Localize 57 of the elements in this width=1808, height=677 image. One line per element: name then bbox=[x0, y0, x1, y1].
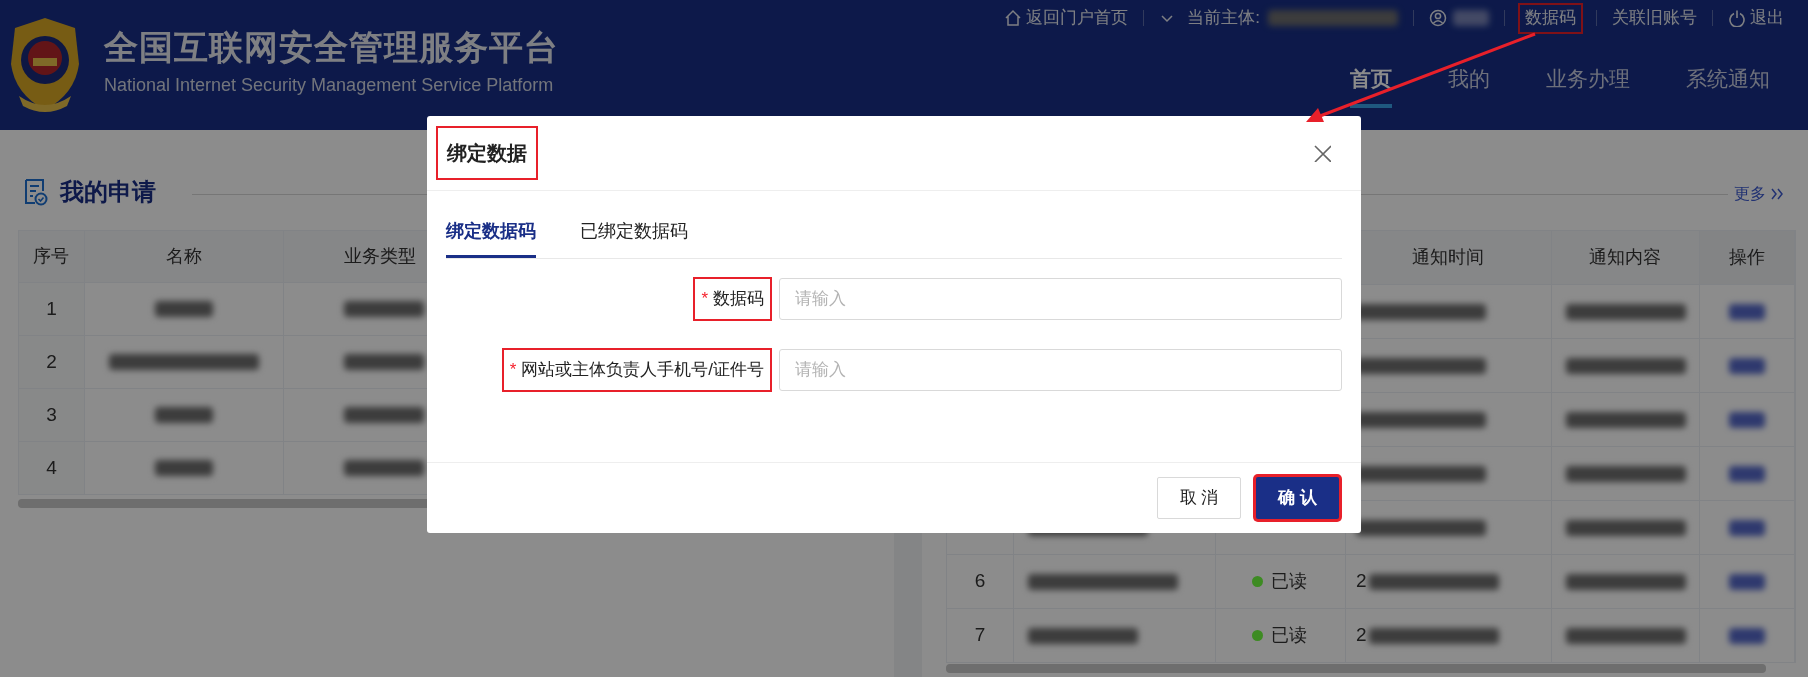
dialog-tab[interactable]: 已绑定数据码 bbox=[580, 207, 688, 258]
status-text: 已读 bbox=[1271, 624, 1308, 647]
table-cell-text: 7 bbox=[974, 623, 986, 648]
double-chevron-icon bbox=[1770, 187, 1784, 201]
blurred-text bbox=[1729, 411, 1766, 428]
status-text: 已读 bbox=[1271, 570, 1308, 593]
field-label: * 网站或主体负责人手机号/证件号 bbox=[501, 348, 772, 392]
table-cell-text: 2 bbox=[1356, 569, 1367, 594]
header-link[interactable]: 关联旧账号 bbox=[1610, 2, 1699, 34]
home-icon bbox=[1004, 9, 1023, 27]
column-header: 通知内容 bbox=[1589, 246, 1662, 269]
scrollbar[interactable] bbox=[946, 664, 1766, 673]
dialog-tab[interactable]: 绑定数据码 bbox=[446, 207, 536, 258]
column-header: 名称 bbox=[166, 245, 203, 268]
table-cell-text: 2 bbox=[46, 349, 57, 374]
blurred-text bbox=[1729, 465, 1766, 482]
close-button[interactable] bbox=[1311, 142, 1333, 164]
section-title: 我的申请 bbox=[60, 177, 156, 207]
more-link[interactable]: 更多 bbox=[1734, 182, 1784, 206]
header-link[interactable]: 数据码 bbox=[1518, 2, 1583, 34]
confirm-button[interactable]: 确 认 bbox=[1256, 477, 1339, 519]
header-link[interactable]: 返回门户首页 bbox=[1002, 2, 1131, 34]
blurred-text bbox=[1729, 573, 1766, 590]
document-check-icon bbox=[24, 178, 48, 206]
header-link[interactable]: 退出 bbox=[1726, 2, 1786, 34]
user-icon bbox=[1429, 9, 1447, 27]
blurred-text bbox=[155, 301, 214, 317]
column-header: 操作 bbox=[1729, 246, 1766, 269]
field-label: * 数据码 bbox=[693, 277, 772, 321]
nav-tab[interactable]: 首页 bbox=[1350, 62, 1392, 108]
power-icon bbox=[1728, 9, 1746, 27]
blurred-text bbox=[1729, 519, 1766, 536]
blurred-text bbox=[155, 407, 214, 423]
blurred-text bbox=[155, 460, 214, 476]
column-header: 通知时间 bbox=[1412, 246, 1485, 269]
header-link[interactable]: 当前主体: bbox=[1157, 2, 1400, 34]
input-field[interactable]: 请输入 bbox=[779, 278, 1342, 320]
table-cell-text: 3 bbox=[46, 402, 57, 427]
table-cell-text: 4 bbox=[46, 455, 57, 480]
blurred-text bbox=[1729, 357, 1766, 374]
table-cell-text: 1 bbox=[46, 296, 57, 321]
site-title: 全国互联网安全管理服务平台 bbox=[104, 27, 559, 68]
column-header: 序号 bbox=[33, 245, 70, 268]
blurred-text bbox=[1453, 10, 1489, 26]
site-subtitle: National Internet Security Management Service Platform bbox=[104, 74, 554, 97]
input-field[interactable]: 请输入 bbox=[779, 349, 1342, 391]
blurred-text bbox=[1729, 627, 1766, 644]
table-cell-text: 6 bbox=[974, 569, 986, 594]
dialog-title: 绑定数据 bbox=[436, 126, 538, 180]
close-icon bbox=[1313, 144, 1331, 162]
nav-tab[interactable]: 我的 bbox=[1448, 62, 1490, 108]
cancel-button[interactable]: 取 消 bbox=[1156, 477, 1242, 519]
blurred-text bbox=[1729, 303, 1766, 320]
nav-tab[interactable]: 系统通知 bbox=[1686, 62, 1770, 108]
column-header: 业务类型 bbox=[344, 245, 417, 268]
table-cell-text: 2 bbox=[1356, 623, 1367, 648]
nav-tab[interactable]: 业务办理 bbox=[1546, 62, 1630, 108]
